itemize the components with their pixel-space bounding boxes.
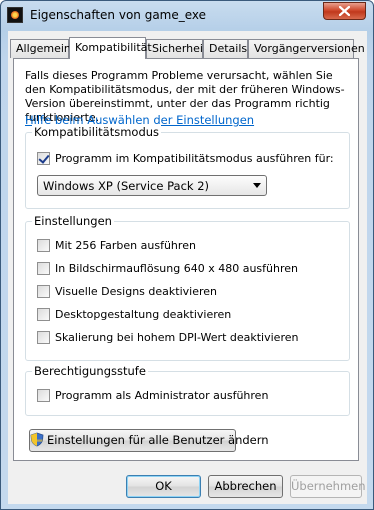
window-title: Eigenschaften von game_exe	[30, 8, 207, 22]
settings-group: Einstellungen Mit 256 Farben ausführen I…	[25, 214, 350, 361]
setting-desktop-composition-label: Desktopgestaltung deaktivieren	[55, 308, 232, 321]
app-icon	[7, 7, 23, 23]
close-button[interactable]	[323, 2, 366, 20]
title-bar[interactable]: Eigenschaften von game_exe	[1, 1, 373, 31]
compatibility-mode-label: Programm im Kompatibilitätsmodus ausführ…	[55, 152, 334, 165]
setting-visual-designs-row[interactable]: Visuelle Designs deaktivieren	[37, 284, 217, 299]
setting-640x480-label: In Bildschirmauflösung 640 x 480 ausführ…	[55, 262, 298, 275]
run-as-admin-checkbox[interactable]	[37, 389, 50, 402]
setting-visual-designs-label: Visuelle Designs deaktivieren	[55, 285, 217, 298]
setting-dpi-scaling-checkbox[interactable]	[37, 331, 50, 344]
setting-256-colors-label: Mit 256 Farben ausführen	[55, 239, 196, 252]
compatibility-tab-panel: Falls dieses Programm Probleme verursach…	[13, 58, 359, 461]
setting-256-colors-checkbox[interactable]	[37, 239, 50, 252]
setting-desktop-composition-row[interactable]: Desktopgestaltung deaktivieren	[37, 307, 231, 322]
setting-dpi-scaling-label: Skalierung bei hohem DPI-Wert deaktivier…	[55, 331, 299, 344]
properties-window: Eigenschaften von game_exe Allgemein Kom…	[0, 0, 374, 510]
cancel-button[interactable]: Abbrechen	[208, 475, 283, 498]
os-version-selected: Windows XP (Service Pack 2)	[43, 179, 210, 193]
setting-640x480-row[interactable]: In Bildschirmauflösung 640 x 480 ausführ…	[37, 261, 298, 276]
chevron-down-icon	[253, 183, 261, 188]
change-settings-all-users-label: Einstellungen für alle Benutzer ändern	[47, 433, 269, 447]
tab-details[interactable]: Details	[203, 39, 248, 58]
compatibility-mode-checkbox-row[interactable]: Programm im Kompatibilitätsmodus ausführ…	[37, 151, 334, 166]
run-as-admin-row[interactable]: Programm als Administrator ausführen	[37, 388, 268, 403]
setting-dpi-scaling-row[interactable]: Skalierung bei hohem DPI-Wert deaktivier…	[37, 330, 298, 345]
tab-sicherheit[interactable]: Sicherheit	[146, 39, 207, 58]
privilege-level-title: Berechtigungsstufe	[32, 364, 148, 378]
compatibility-mode-checkbox[interactable]	[37, 152, 50, 165]
tab-vorgaengerversionen[interactable]: Vorgängerversionen	[248, 39, 365, 58]
settings-title: Einstellungen	[32, 214, 114, 228]
tab-allgemein[interactable]: Allgemein	[10, 39, 71, 58]
apply-button[interactable]: Übernehmen	[290, 475, 366, 498]
setting-visual-designs-checkbox[interactable]	[37, 285, 50, 298]
close-icon	[339, 6, 350, 16]
setting-256-colors-row[interactable]: Mit 256 Farben ausführen	[37, 238, 196, 253]
tab-kompatibilitaet[interactable]: Kompatibilität	[69, 37, 152, 59]
privilege-level-group: Berechtigungsstufe Programm als Administ…	[25, 364, 350, 416]
compatibility-mode-title: Kompatibilitätsmodus	[32, 125, 162, 139]
setting-640x480-checkbox[interactable]	[37, 262, 50, 275]
uac-shield-icon	[30, 432, 44, 447]
setting-desktop-composition-checkbox[interactable]	[37, 308, 50, 321]
run-as-admin-label: Programm als Administrator ausführen	[55, 389, 269, 402]
dialog-client-area: Allgemein Kompatibilität Sicherheit Deta…	[8, 31, 367, 504]
compatibility-mode-group: Kompatibilitätsmodus Programm im Kompati…	[25, 125, 350, 209]
ok-button[interactable]: OK	[126, 475, 201, 498]
change-settings-all-users-button[interactable]: Einstellungen für alle Benutzer ändern	[29, 429, 269, 452]
tab-strip: Allgemein Kompatibilität Sicherheit Deta…	[8, 37, 367, 59]
os-version-select[interactable]: Windows XP (Service Pack 2)	[37, 175, 267, 196]
